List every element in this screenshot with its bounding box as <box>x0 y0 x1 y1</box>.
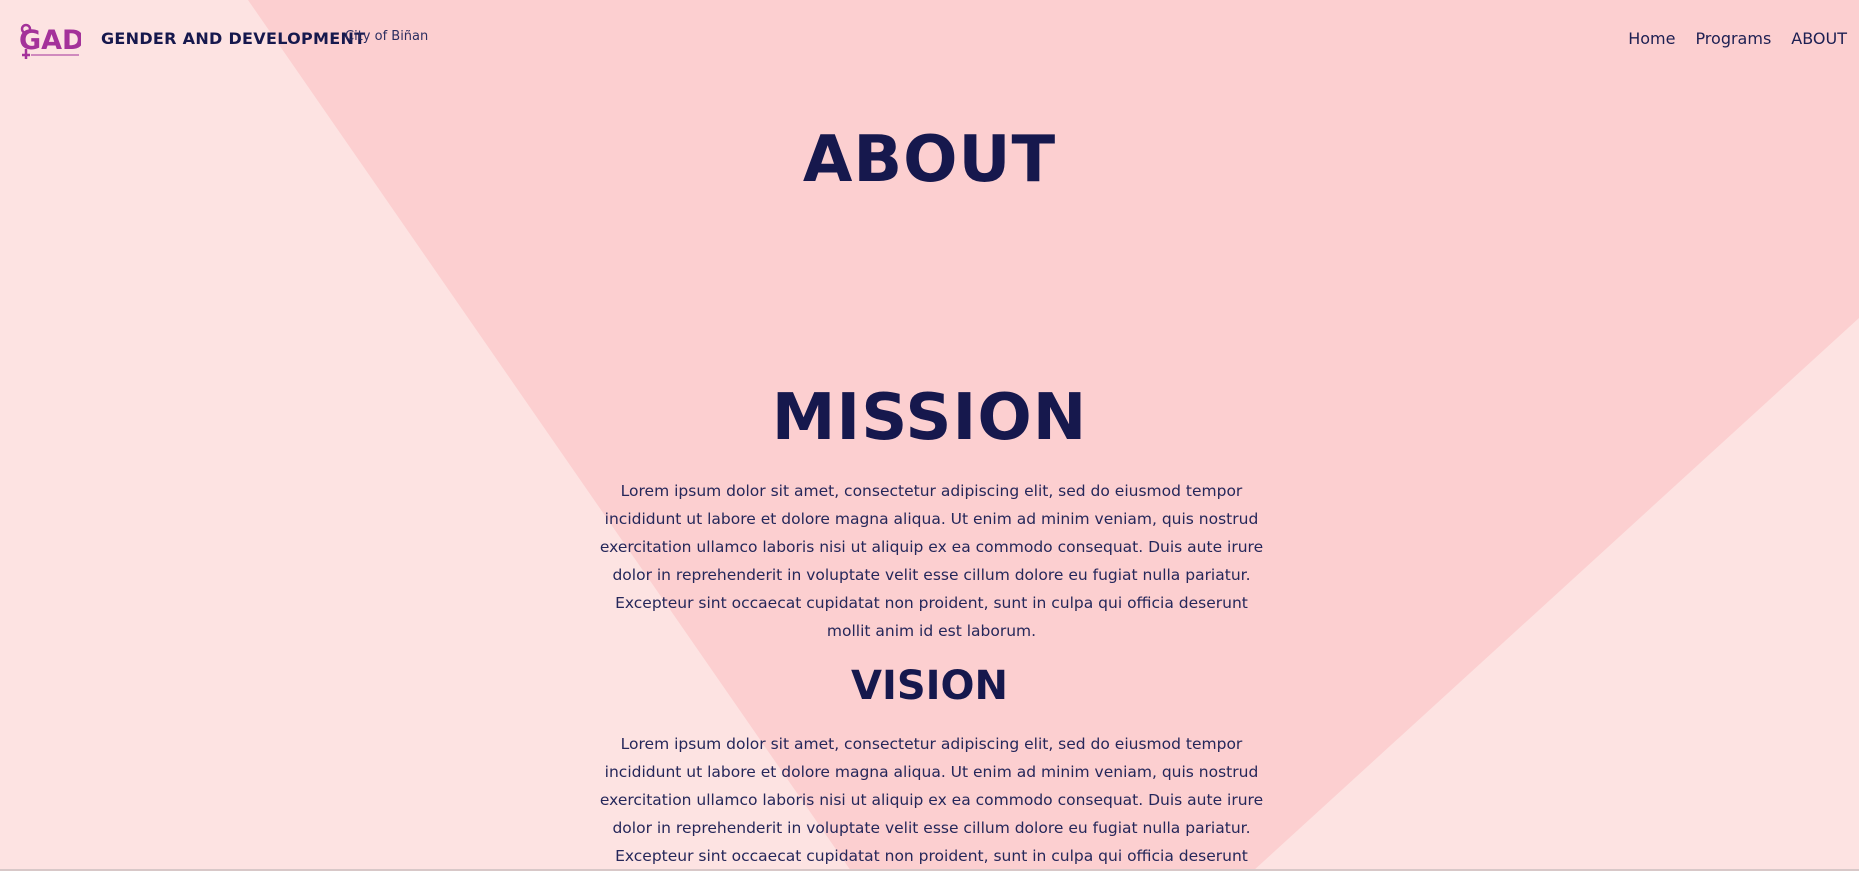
nav-home-link[interactable]: Home <box>1628 29 1675 48</box>
about-heading: ABOUT <box>802 123 1057 197</box>
site-subtitle: City of Biñan <box>345 29 429 44</box>
mission-paragraph: Lorem ipsum dolor sit amet, consectetur … <box>599 482 1264 640</box>
vision-heading: VISION <box>850 663 1008 709</box>
logo-text: GAD <box>19 25 81 56</box>
vision-paragraph: Lorem ipsum dolor sit amet, consectetur … <box>599 735 1264 865</box>
gad-logo-icon[interactable]: GAD <box>17 19 81 61</box>
nav-about-link[interactable]: ABOUT <box>1791 29 1847 48</box>
page: GAD GENDER AND DEVELOPMENT City of Biñan… <box>0 0 1859 871</box>
nav-menu: Home Programs ABOUT <box>1628 29 1847 48</box>
site-title[interactable]: GENDER AND DEVELOPMENT <box>101 29 365 48</box>
nav-programs-link[interactable]: Programs <box>1695 29 1771 48</box>
navbar: GAD GENDER AND DEVELOPMENT City of Biñan… <box>0 0 1859 78</box>
mission-heading: MISSION <box>771 381 1088 455</box>
